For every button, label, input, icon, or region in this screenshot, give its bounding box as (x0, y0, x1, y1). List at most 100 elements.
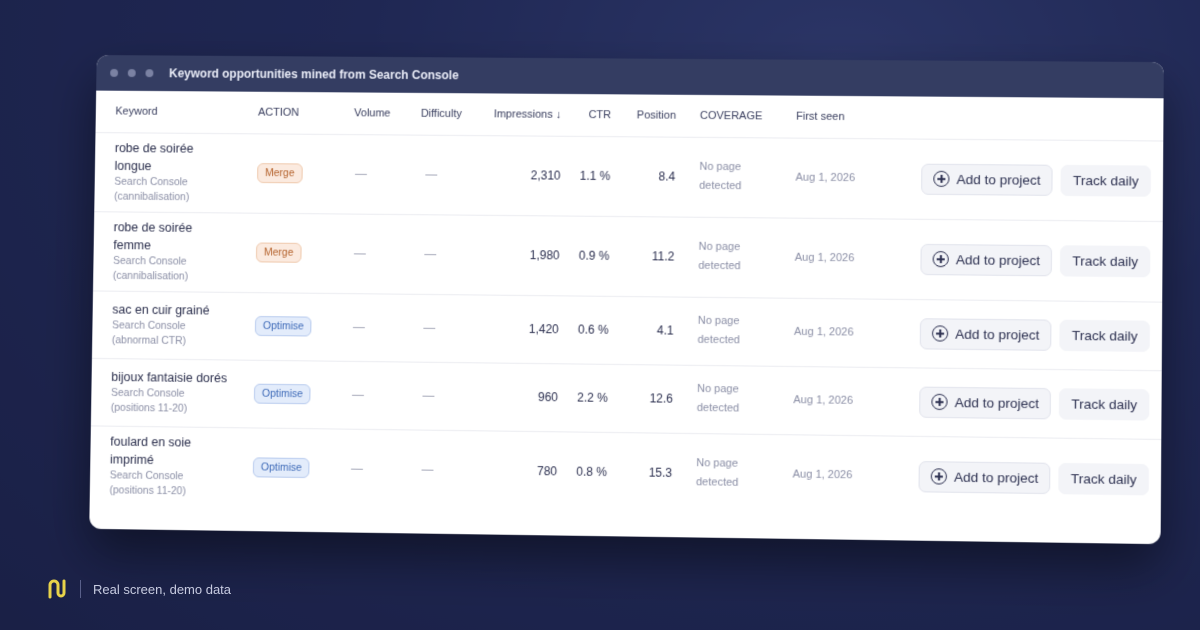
ctr-cell: 2.2 % (564, 363, 615, 432)
track-daily-button[interactable]: Track daily (1060, 319, 1150, 351)
actions-cell: Add to project Track daily (870, 367, 1162, 439)
keyword-cell: sac en cuir grainé Search Console (abnor… (92, 290, 246, 359)
coverage-cell: No page detected (678, 433, 779, 515)
window-minimize-dot[interactable] (128, 69, 136, 77)
brand-logo-icon (46, 577, 68, 601)
keyword-cell: robe de soirée longue Search Console (ca… (94, 132, 248, 213)
first-seen-cell: Aug 1, 2026 (780, 298, 871, 367)
header-actions (872, 96, 1163, 140)
header-volume[interactable]: Volume (327, 92, 397, 134)
difficulty-cell: — (391, 429, 464, 510)
keyword-text: robe de soirée femme Search Console (can… (99, 218, 241, 285)
keyword-source-reason: (positions 11-20) (111, 401, 238, 417)
keyword-source: Search Console (112, 318, 239, 334)
keyword-cell: robe de soirée femme Search Console (can… (93, 211, 247, 292)
actions-cell: Add to project Track daily (870, 299, 1162, 371)
actions-cell: Add to project Track daily (872, 138, 1164, 221)
keyword-text: foulard en soie imprimé Search Console (… (96, 433, 238, 501)
header-keyword[interactable]: Keyword (96, 91, 249, 134)
coverage-cell: No page detected (679, 297, 780, 366)
keyword-text: sac en cuir grainé Search Console (abnor… (98, 300, 240, 349)
keyword-cell: bijoux fantaisie dorés Search Console (p… (91, 358, 245, 427)
actions-cell: Add to project Track daily (869, 435, 1161, 520)
header-coverage[interactable]: COVERAGE (682, 95, 783, 138)
ctr-cell: 0.8 % (563, 431, 614, 512)
difficulty-cell: — (395, 134, 467, 214)
plus-circle-icon (932, 325, 948, 341)
keyword-source: Search Console (113, 254, 240, 270)
keyword-source: Search Console (114, 175, 241, 191)
add-to-project-button[interactable]: Add to project (920, 243, 1052, 275)
coverage-cell: No page detected (679, 365, 780, 434)
plus-circle-icon (932, 251, 948, 267)
keyword-text: robe de soirée longue Search Console (ca… (100, 139, 242, 206)
keyword-source: Search Console (111, 386, 238, 402)
table-row: robe de soirée femme Search Console (can… (93, 211, 1163, 301)
action-badge-optimise: Optimise (253, 458, 310, 479)
window-close-dot[interactable] (110, 69, 118, 77)
first-seen-cell: Aug 1, 2026 (781, 138, 872, 219)
keyword-source-reason: (positions 11-20) (109, 484, 236, 501)
position-cell: 15.3 (613, 432, 679, 513)
ctr-cell: 0.9 % (565, 216, 616, 296)
position-cell: 11.2 (615, 216, 681, 297)
volume-cell: — (323, 361, 393, 430)
keyword-source-reason: (abnormal CTR) (112, 333, 239, 349)
track-daily-button[interactable]: Track daily (1058, 463, 1148, 496)
add-to-project-button[interactable]: Add to project (918, 461, 1050, 494)
window-maximize-dot[interactable] (145, 69, 153, 77)
header-ctr[interactable]: CTR (567, 94, 617, 136)
add-to-project-button[interactable]: Add to project (921, 163, 1053, 195)
difficulty-cell: — (394, 214, 467, 294)
first-seen-cell: Aug 1, 2026 (778, 434, 869, 516)
coverage-cell: No page detected (681, 137, 782, 218)
table-row: sac en cuir grainé Search Console (abnor… (92, 290, 1162, 370)
footer-divider (80, 580, 81, 598)
header-action[interactable]: ACTION (248, 92, 328, 134)
action-cell: Merge (247, 133, 327, 213)
ctr-cell: 0.6 % (564, 295, 615, 364)
app-window: Keyword opportunities mined from Search … (89, 55, 1164, 544)
first-seen-cell: Aug 1, 2026 (779, 366, 870, 435)
position-cell: 4.1 (614, 296, 680, 365)
impressions-cell: 780 (463, 430, 564, 511)
volume-cell: — (324, 293, 394, 361)
impressions-cell: 960 (464, 362, 564, 431)
keyword-cell: foulard en soie imprimé Search Console (… (90, 425, 244, 507)
position-cell: 8.4 (616, 136, 682, 216)
header-position[interactable]: Position (617, 94, 682, 136)
volume-cell: — (325, 213, 395, 293)
plus-circle-icon (933, 171, 949, 187)
header-first-seen[interactable]: First seen (782, 96, 873, 139)
impressions-cell: 1,980 (466, 215, 567, 296)
track-daily-button[interactable]: Track daily (1061, 164, 1151, 196)
action-badge-merge: Merge (257, 163, 302, 183)
table-row: foulard en soie imprimé Search Console (… (90, 425, 1162, 519)
keyword-source-reason: (cannibalisation) (114, 190, 241, 206)
keyword-table: Keyword ACTION Volume Difficulty Impress… (90, 91, 1164, 520)
impressions-cell: 1,420 (465, 294, 565, 363)
header-impressions[interactable]: Impressions ↓ (468, 93, 568, 136)
action-cell: Optimise (245, 292, 325, 361)
track-daily-button[interactable]: Track daily (1060, 245, 1150, 277)
volume-cell: — (326, 134, 396, 214)
difficulty-cell: — (392, 361, 464, 430)
action-badge-optimise: Optimise (254, 384, 311, 405)
footer-text: Real screen, demo data (93, 582, 231, 597)
action-cell: Merge (246, 213, 326, 293)
track-daily-button[interactable]: Track daily (1059, 388, 1149, 420)
keyword-source: Search Console (110, 469, 237, 486)
first-seen-cell: Aug 1, 2026 (780, 218, 871, 299)
actions-cell: Add to project Track daily (871, 218, 1163, 301)
action-badge-merge: Merge (256, 242, 301, 262)
add-to-project-button[interactable]: Add to project (920, 318, 1052, 351)
header-difficulty[interactable]: Difficulty (396, 93, 468, 135)
footer: Real screen, demo data (46, 577, 231, 601)
action-badge-optimise: Optimise (255, 316, 312, 337)
position-cell: 12.6 (613, 364, 679, 433)
add-to-project-button[interactable]: Add to project (919, 386, 1051, 419)
keyword-source-reason: (cannibalisation) (113, 269, 240, 285)
window-title: Keyword opportunities mined from Search … (169, 66, 459, 82)
coverage-cell: No page detected (680, 217, 781, 298)
keyword-text: bijoux fantaisie dorés Search Console (p… (97, 368, 239, 417)
